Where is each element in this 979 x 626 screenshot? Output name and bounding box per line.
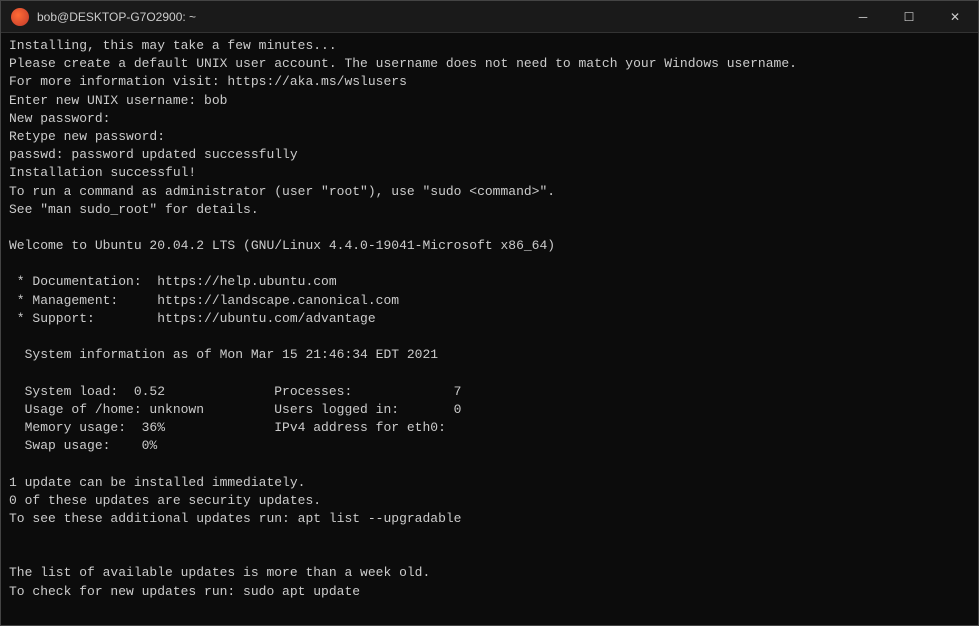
- terminal-line: [9, 528, 970, 546]
- terminal-line: Memory usage: 36% IPv4 address for eth0:: [9, 419, 970, 437]
- terminal-line: Swap usage: 0%: [9, 437, 970, 455]
- terminal-line: [9, 601, 970, 619]
- terminal-line: Installation successful!: [9, 164, 970, 182]
- terminal-line: [9, 455, 970, 473]
- terminal-line: To check for new updates run: sudo apt u…: [9, 583, 970, 601]
- terminal-line: System load: 0.52 Processes: 7: [9, 383, 970, 401]
- terminal-line: Please create a default UNIX user accoun…: [9, 55, 970, 73]
- terminal-line: Welcome to Ubuntu 20.04.2 LTS (GNU/Linux…: [9, 237, 970, 255]
- close-button[interactable]: ✕: [932, 1, 978, 33]
- terminal-line: See "man sudo_root" for details.: [9, 201, 970, 219]
- titlebar: bob@DESKTOP-G7O2900: ~ ─ ☐ ✕: [1, 1, 978, 33]
- terminal-line: System information as of Mon Mar 15 21:4…: [9, 346, 970, 364]
- terminal-line: 0 of these updates are security updates.: [9, 492, 970, 510]
- maximize-button[interactable]: ☐: [886, 1, 932, 33]
- terminal-line: Retype new password:: [9, 128, 970, 146]
- titlebar-controls: ─ ☐ ✕: [840, 1, 978, 33]
- terminal-line: Enter new UNIX username: bob: [9, 92, 970, 110]
- terminal-line: [9, 219, 970, 237]
- titlebar-title: bob@DESKTOP-G7O2900: ~: [37, 10, 196, 24]
- terminal-line: Usage of /home: unknown Users logged in:…: [9, 401, 970, 419]
- terminal-line: To see these additional updates run: apt…: [9, 510, 970, 528]
- terminal-icon: [11, 8, 29, 26]
- terminal-line: * Support: https://ubuntu.com/advantage: [9, 310, 970, 328]
- terminal-line: * Management: https://landscape.canonica…: [9, 292, 970, 310]
- terminal-line: passwd: password updated successfully: [9, 146, 970, 164]
- terminal-line: [9, 328, 970, 346]
- terminal-line: The list of available updates is more th…: [9, 564, 970, 582]
- terminal-line: New password:: [9, 110, 970, 128]
- terminal-line: Installing, this may take a few minutes.…: [9, 37, 970, 55]
- terminal-line: For more information visit: https://aka.…: [9, 73, 970, 91]
- terminal-line: [9, 619, 970, 625]
- terminal-window: bob@DESKTOP-G7O2900: ~ ─ ☐ ✕ Installing,…: [0, 0, 979, 626]
- terminal-line: [9, 255, 970, 273]
- minimize-button[interactable]: ─: [840, 1, 886, 33]
- terminal-line: 1 update can be installed immediately.: [9, 474, 970, 492]
- terminal-line: [9, 364, 970, 382]
- terminal-body[interactable]: Installing, this may take a few minutes.…: [1, 33, 978, 625]
- terminal-line: To run a command as administrator (user …: [9, 183, 970, 201]
- terminal-line: * Documentation: https://help.ubuntu.com: [9, 273, 970, 291]
- terminal-line: [9, 546, 970, 564]
